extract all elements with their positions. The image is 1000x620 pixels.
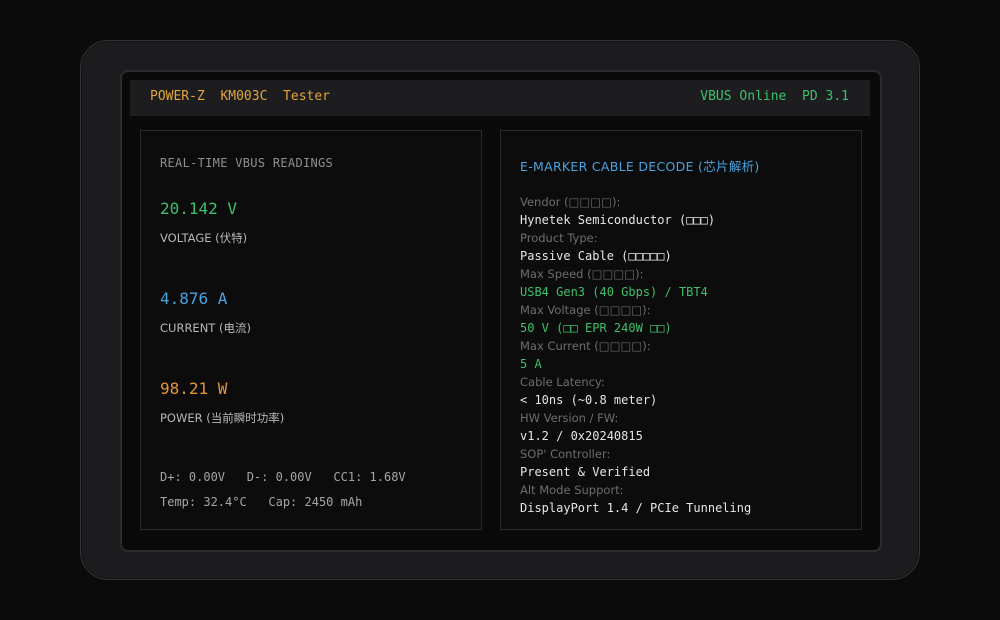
emarker-field-label: HW Version / FW: <box>520 411 619 425</box>
readings-panel-title: REAL-TIME VBUS READINGS <box>160 156 334 170</box>
emarker-field-row: Vendor (□□□□): Hynetek Semiconductor (□□□… <box>520 194 850 230</box>
power-reading: 98.21 W POWER (当前瞬时功率) <box>160 379 284 426</box>
emarker-decode-panel: E-MARKER CABLE DECODE (芯片解析) Vendor (□□□… <box>500 130 862 530</box>
vbus-readings-panel: REAL-TIME VBUS READINGS 20.142 V VOLTAGE… <box>140 130 482 530</box>
emarker-field-value: USB4 Gen3 (40 Gbps) / TBT4 <box>520 285 708 299</box>
emarker-field-value: < 10ns (~0.8 meter) <box>520 393 658 407</box>
emarker-field-label: SOP' Controller: <box>520 447 611 461</box>
emarker-field-label: Alt Mode Support: <box>520 483 624 497</box>
device-title: POWER-Z KM003C Tester <box>150 89 331 104</box>
emarker-field-label: Cable Latency: <box>520 375 605 389</box>
power-value: 98.21 W <box>160 379 228 398</box>
emarker-field-row: SOP' Controller: Present & Verified <box>520 446 850 482</box>
emarker-field-row: Max Current (□□□□): 5 A <box>520 338 850 374</box>
power-label: POWER (当前瞬时功率) <box>160 411 285 425</box>
emarker-field-value: Passive Cable (□□□□□) <box>520 249 672 263</box>
connection-status: VBUS Online PD 3.1 <box>700 89 849 104</box>
emarker-field-row: Max Voltage (□□□□): 50 V (□□ EPR 240W □□) <box>520 302 850 338</box>
current-value: 4.876 A <box>160 289 228 308</box>
emarker-field-row: HW Version / FW: v1.2 / 0x20240815 <box>520 410 850 446</box>
emarker-field-label: Product Type: <box>520 231 598 245</box>
current-reading: 4.876 A CURRENT (电流) <box>160 289 251 336</box>
current-label: CURRENT (电流) <box>160 321 251 335</box>
temp-capacity-readout: Temp: 32.4°C Cap: 2450 mAh <box>160 495 363 509</box>
emarker-field-list: Vendor (□□□□): Hynetek Semiconductor (□□□… <box>520 194 850 518</box>
emarker-field-value: 5 A <box>520 357 542 371</box>
emarker-field-row: Max Speed (□□□□): USB4 Gen3 (40 Gbps) / T… <box>520 266 850 302</box>
emarker-panel-title: E-MARKER CABLE DECODE (芯片解析) <box>520 159 760 174</box>
emarker-field-row: Alt Mode Support: DisplayPort 1.4 / PCIe … <box>520 482 850 518</box>
voltage-value: 20.142 V <box>160 199 238 218</box>
emarker-field-label: Max Current (□□□□): <box>520 339 651 353</box>
emarker-field-label: Max Speed (□□□□): <box>520 267 644 281</box>
emarker-field-value: Present & Verified <box>520 465 651 479</box>
data-line-signals: D+: 0.00V D-: 0.00V CC1: 1.68V <box>160 470 406 484</box>
emarker-field-value: v1.2 / 0x20240815 <box>520 429 643 443</box>
emarker-field-value: DisplayPort 1.4 / PCIe Tunneling <box>520 501 752 515</box>
emarker-field-row: Cable Latency: < 10ns (~0.8 meter) <box>520 374 850 410</box>
status-bar: POWER-Z KM003C Tester VBUS Online PD 3.1 <box>130 80 870 116</box>
emarker-field-value: 50 V (□□ EPR 240W □□) <box>520 321 672 335</box>
emarker-field-value: Hynetek Semiconductor (□□□) <box>520 213 716 227</box>
voltage-label: VOLTAGE (伏特) <box>160 231 248 245</box>
emarker-field-row: Product Type: Passive Cable (□□□□□) <box>520 230 850 266</box>
emarker-field-label: Max Voltage (□□□□): <box>520 303 651 317</box>
emarker-field-label: Vendor (□□□□): <box>520 195 621 209</box>
voltage-reading: 20.142 V VOLTAGE (伏特) <box>160 199 247 246</box>
